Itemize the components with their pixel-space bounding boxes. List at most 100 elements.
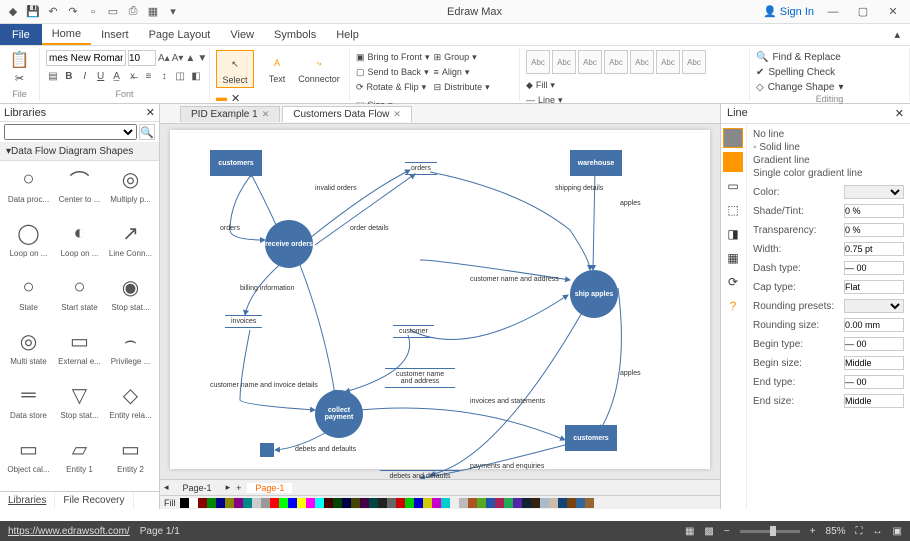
canvas-viewport[interactable]: customers warehouse customers receive or… xyxy=(160,124,720,479)
color-swatch[interactable] xyxy=(360,498,369,508)
node-ship-apples[interactable]: ship apples xyxy=(570,270,618,318)
bullets-icon[interactable]: ≡ xyxy=(141,68,155,84)
color-picker[interactable] xyxy=(844,185,904,199)
maximize-button[interactable]: ▢ xyxy=(852,3,874,21)
color-swatch[interactable] xyxy=(270,498,279,508)
color-swatch[interactable] xyxy=(279,498,288,508)
color-swatch[interactable] xyxy=(405,498,414,508)
zoom-slider[interactable] xyxy=(740,530,800,533)
cut-icon[interactable]: ✂ xyxy=(15,72,24,85)
view-mode-1-icon[interactable]: ▦ xyxy=(685,526,694,537)
search-icon[interactable]: 🔍 xyxy=(139,124,155,140)
shape-10[interactable]: ▭External e... xyxy=(55,327,104,379)
color-swatch[interactable] xyxy=(513,498,522,508)
node-warehouse[interactable]: warehouse xyxy=(570,150,622,176)
preview-icon[interactable]: ▦ xyxy=(146,5,160,19)
color-swatch[interactable] xyxy=(315,498,324,508)
end-type-input[interactable] xyxy=(844,375,904,389)
dash-input[interactable] xyxy=(844,261,904,275)
entity-customer[interactable]: customer xyxy=(393,325,434,338)
rp-tab-6[interactable]: ▦ xyxy=(723,248,743,268)
line-type-gradient[interactable]: Gradient line xyxy=(753,154,904,167)
shape-14[interactable]: ◇Entity rela... xyxy=(106,381,155,433)
new-icon[interactable]: ▫ xyxy=(86,5,100,19)
shape-16[interactable]: ▱Entity 1 xyxy=(55,435,104,487)
color-swatch[interactable] xyxy=(252,498,261,508)
color-swatch[interactable] xyxy=(207,498,216,508)
libraries-tab[interactable]: Libraries xyxy=(0,492,55,509)
rp-tab-7[interactable]: ⟳ xyxy=(723,272,743,292)
zoom-out-icon[interactable]: − xyxy=(724,526,730,537)
node-customers-2[interactable]: customers xyxy=(565,425,617,451)
shape-13[interactable]: ▽Stop stat... xyxy=(55,381,104,433)
canvas[interactable]: customers warehouse customers receive or… xyxy=(170,130,710,469)
shape-12[interactable]: ═Data store xyxy=(4,381,53,433)
shape-0[interactable]: ○Data proc... xyxy=(4,165,53,217)
minimize-button[interactable]: — xyxy=(822,3,844,21)
decr-icon[interactable]: ▼ xyxy=(197,50,207,66)
shape-17[interactable]: ▭Entity 2 xyxy=(106,435,155,487)
menu-symbols[interactable]: Symbols xyxy=(264,24,326,45)
style-2[interactable]: Abc xyxy=(552,50,576,74)
close-button[interactable]: ✕ xyxy=(882,3,904,21)
color-swatch[interactable] xyxy=(216,498,225,508)
color-swatch[interactable] xyxy=(261,498,270,508)
begin-type-input[interactable] xyxy=(844,337,904,351)
color-swatch[interactable] xyxy=(540,498,549,508)
decrease-size-icon[interactable]: A▾ xyxy=(172,50,184,66)
color-swatch[interactable] xyxy=(585,498,594,508)
menu-view[interactable]: View xyxy=(220,24,264,45)
incr-icon[interactable]: ▲ xyxy=(185,50,195,66)
menu-insert[interactable]: Insert xyxy=(91,24,139,45)
page-nav-prev[interactable]: ◂ xyxy=(164,482,169,493)
shape-5[interactable]: ↗Line Conn... xyxy=(106,219,155,271)
shape-11[interactable]: ⌢Privilege ... xyxy=(106,327,155,379)
color-swatch[interactable] xyxy=(450,498,459,508)
entity-orders[interactable]: orders xyxy=(405,162,437,175)
rp-tab-3[interactable]: ▭ xyxy=(723,176,743,196)
color-swatch[interactable] xyxy=(504,498,513,508)
text-tool[interactable]: AText xyxy=(258,50,296,86)
color-swatch[interactable] xyxy=(324,498,333,508)
rp-tab-fill[interactable] xyxy=(723,152,743,172)
fit-width-icon[interactable]: ↔ xyxy=(873,526,883,537)
spell-check-button[interactable]: ✔ Spelling Check xyxy=(756,65,903,79)
color-swatch[interactable] xyxy=(549,498,558,508)
entity-name-addr[interactable]: customer name and address xyxy=(385,368,455,388)
node-small[interactable] xyxy=(260,443,274,457)
style-6[interactable]: Abc xyxy=(656,50,680,74)
line-type-single-gradient[interactable]: Single color gradient line xyxy=(753,167,904,180)
shape-rect-icon[interactable]: ▬ xyxy=(216,92,227,104)
color-swatch[interactable] xyxy=(522,498,531,508)
shape-1[interactable]: ⌒Center to ... xyxy=(55,165,104,217)
color-swatch[interactable] xyxy=(477,498,486,508)
rp-tab-help[interactable]: ? xyxy=(723,296,743,316)
color-swatch[interactable] xyxy=(387,498,396,508)
fill-button[interactable]: ◆ Fill ▾ xyxy=(526,78,578,92)
rotate-flip-button[interactable]: ⟳ Rotate & Flip ▾ xyxy=(356,80,430,94)
color-swatch[interactable] xyxy=(369,498,378,508)
doc-tab-pid[interactable]: PID Example 1✕ xyxy=(180,106,280,122)
shape-3[interactable]: ◯Loop on ... xyxy=(4,219,53,271)
zoom-in-icon[interactable]: + xyxy=(810,526,816,537)
select-tool[interactable]: ↖Select xyxy=(216,50,254,88)
rp-tab-5[interactable]: ◨ xyxy=(723,224,743,244)
color-swatch[interactable] xyxy=(396,498,405,508)
bold-icon[interactable]: B xyxy=(62,68,76,84)
style-5[interactable]: Abc xyxy=(630,50,654,74)
color-swatch[interactable] xyxy=(432,498,441,508)
save-icon[interactable]: 💾 xyxy=(26,5,40,19)
font-size-select[interactable] xyxy=(128,50,156,66)
align-icon[interactable]: ▤ xyxy=(46,68,60,84)
close-icon[interactable]: ✕ xyxy=(146,106,155,119)
file-menu[interactable]: File xyxy=(0,24,42,45)
font-color-icon[interactable]: A̲ xyxy=(110,68,124,84)
style-1[interactable]: Abc xyxy=(526,50,550,74)
entity-invoices[interactable]: invoices xyxy=(225,315,262,328)
rp-tab-line[interactable] xyxy=(723,128,743,148)
spacing-icon[interactable]: ↕ xyxy=(157,68,171,84)
color-swatch[interactable] xyxy=(495,498,504,508)
color-swatch[interactable] xyxy=(342,498,351,508)
fit-page-icon[interactable]: ⛶ xyxy=(856,526,863,537)
node-collect-payment[interactable]: collect payment xyxy=(315,390,363,438)
